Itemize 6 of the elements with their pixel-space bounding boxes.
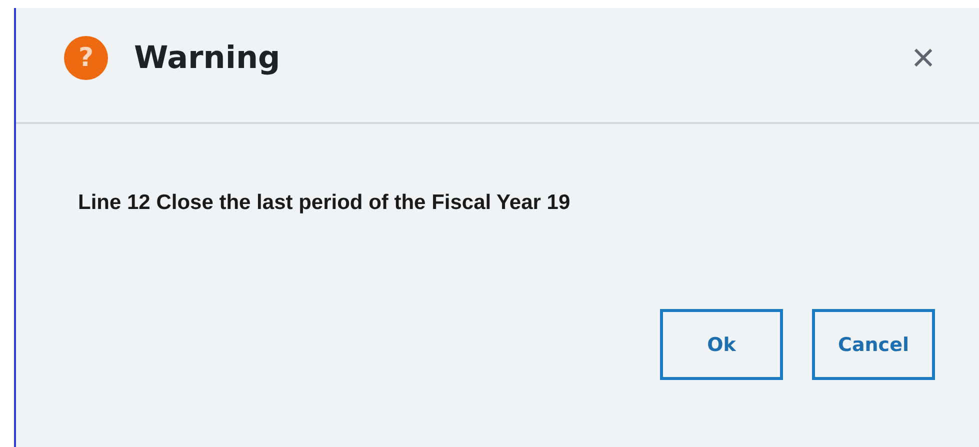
cancel-button[interactable]: Cancel [812, 309, 935, 380]
question-icon: ? [64, 36, 108, 80]
close-button[interactable]: × [912, 38, 935, 78]
warning-message: Line 12 Close the last period of the Fiscal Year 19 [77, 190, 572, 215]
dialog-title: Warning [134, 40, 282, 76]
ok-button[interactable]: Ok [660, 309, 783, 380]
